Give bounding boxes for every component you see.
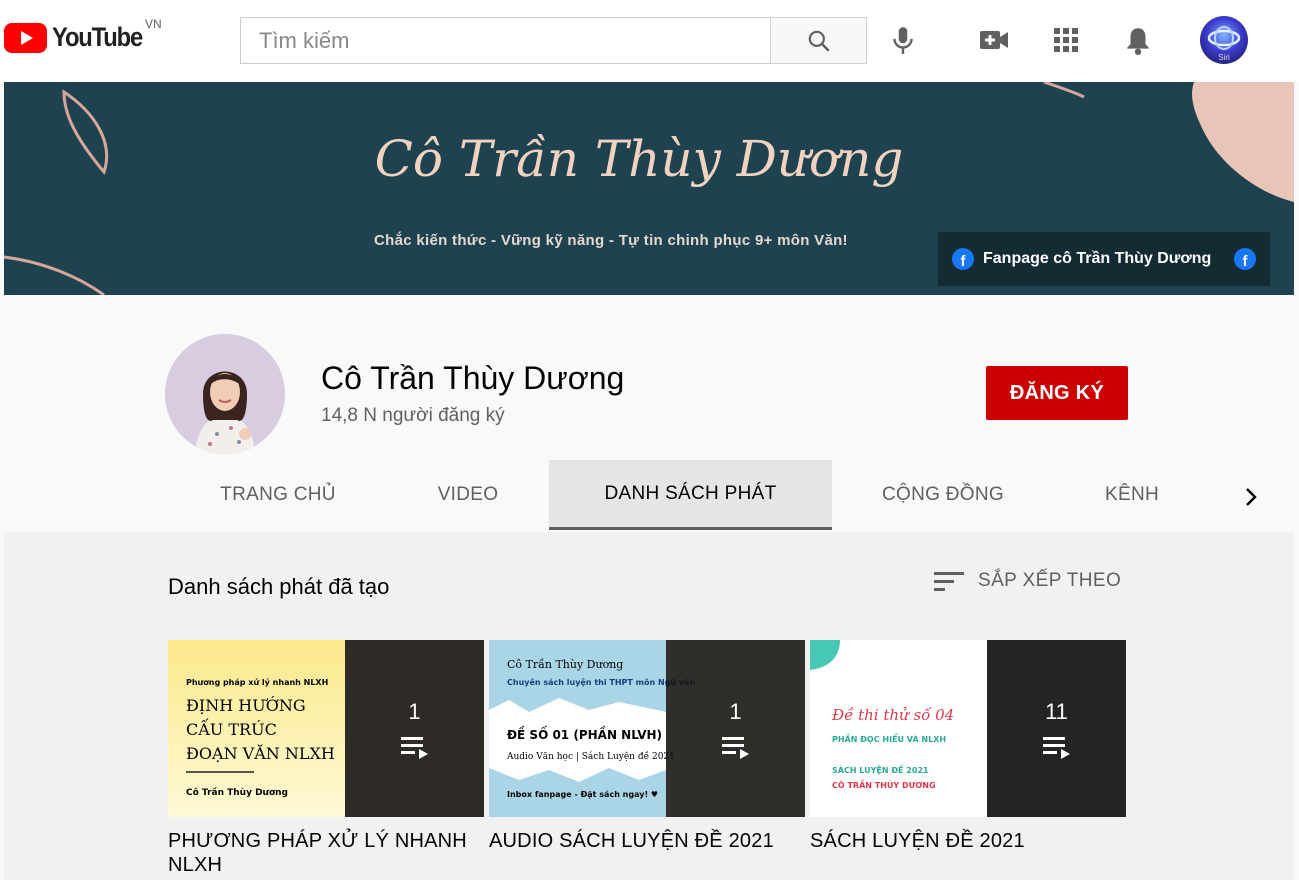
tab-channels[interactable]: KÊNH [1054,460,1210,530]
country-code: VN [145,17,162,31]
channel-avatar[interactable] [165,334,285,454]
banner-title: Cô Trần Thùy Dương [374,130,904,188]
search-button[interactable] [770,17,867,64]
playlist-title[interactable]: AUDIO SÁCH LUYỆN ĐỀ 2021 [489,829,805,853]
thumb-caption: Cô Trần Thùy Dương [186,788,288,798]
microphone-icon [893,27,913,54]
thumb-caption: SÁCH LUYỆN ĐỀ 2021 [832,766,929,775]
playlist-count-overlay: 1 [666,640,805,817]
masthead: YouTube VN Tìm kiếm Siri [0,0,1299,82]
sort-button[interactable]: SẮP XẾP THEO [934,570,1121,592]
playlist-card[interactable]: Cô Trần Thùy Dương Chuyên sách luyện thi… [489,640,805,853]
thumb-caption: PHẦN ĐỌC HIỂU VÀ NLXH [832,735,947,744]
facebook-icon: f [1234,248,1256,270]
thumb-caption: ĐỀ SỐ 01 (PHẦN NLVH) [507,728,663,742]
profile-photo [165,334,285,454]
youtube-logo[interactable]: YouTube [4,22,154,53]
banner-tagline: Chắc kiến thức - Vững kỹ năng - Tự tin c… [374,232,848,249]
notifications-button[interactable] [1120,22,1156,58]
sort-label: SẮP XẾP THEO [978,570,1122,591]
thumb-caption: Đề thi thử số 04 [832,706,955,724]
playlist-icon [1042,736,1070,759]
tab-videos[interactable]: VIDEO [387,460,549,530]
playlist-icon [721,736,749,759]
thumb-caption: CÔ TRẦN THÙY DƯƠNG [832,781,936,790]
video-count: 1 [408,698,421,724]
playlist-thumbnail[interactable]: Đề thi thử số 04 PHẦN ĐỌC HIỂU VÀ NLXH S… [810,640,1126,817]
youtube-play-icon [4,22,47,53]
avatar-label: Siri [1218,53,1230,62]
thumb-caption: Phương pháp xử lý nhanh NLXH [186,678,329,687]
tab-playlists[interactable]: DANH SÁCH PHÁT [549,460,832,530]
playlist-title[interactable]: SÁCH LUYỆN ĐỀ 2021 [810,829,1126,853]
playlist-card[interactable]: Phương pháp xử lý nhanh NLXH ĐỊNH HƯỚNG … [168,640,484,877]
thumb-caption: CẤU TRÚC [186,720,277,739]
tab-community[interactable]: CỘNG ĐỒNG [832,460,1054,530]
thumb-caption: Inbox fanpage - Đặt sách ngay! ♥ [507,790,659,799]
playlist-title[interactable]: PHƯƠNG PHÁP XỬ LÝ NHANH NLXH [168,829,484,877]
video-camera-plus-icon [980,31,1008,49]
bell-icon [1127,28,1149,55]
account-avatar[interactable]: Siri [1200,16,1248,64]
playlist-card[interactable]: Đề thi thử số 04 PHẦN ĐỌC HIỂU VÀ NLXH S… [810,640,1126,853]
playlist-icon [400,736,428,759]
thumb-caption: ĐỊNH HƯỚNG [186,696,306,715]
tab-home[interactable]: TRANG CHỦ [169,460,387,530]
video-count: 11 [1045,698,1068,724]
video-count: 1 [729,698,742,724]
search-icon [808,30,830,52]
chevron-right-icon [1246,488,1257,506]
thumb-caption: Audio Văn học | Sách Luyện đề 2021 [507,752,675,762]
voice-search-button[interactable] [885,22,921,58]
tabs-scroll-right-button[interactable] [1236,482,1266,512]
search-input[interactable]: Tìm kiếm [240,17,770,64]
channel-header: Cô Trần Thùy Dương 14,8 N người đăng ký … [4,310,1294,532]
playlist-thumbnail[interactable]: Phương pháp xử lý nhanh NLXH ĐỊNH HƯỚNG … [168,640,484,817]
search-bar: Tìm kiếm [240,17,867,64]
channel-banner: Cô Trần Thùy Dương Chắc kiến thức - Vững… [4,82,1294,295]
playlist-count-overlay: 1 [345,640,484,817]
channel-tabs: TRANG CHỦ VIDEO DANH SÁCH PHÁT CỘNG ĐỒNG… [169,460,1210,530]
facebook-icon: f [952,248,974,270]
playlists-section: Danh sách phát đã tạo SẮP XẾP THEO Phươn… [4,532,1294,880]
subscriber-count: 14,8 N người đăng ký [321,405,505,426]
sort-icon [934,572,964,591]
channel-name: Cô Trần Thùy Dương [321,360,625,396]
apps-grid-icon [1054,28,1078,52]
playlist-count-overlay: 11 [987,640,1126,817]
logo-text: YouTube [52,22,143,52]
thumb-caption: ĐOẠN VĂN NLXH [186,744,335,763]
section-title: Danh sách phát đã tạo [168,574,390,599]
playlist-thumbnail[interactable]: Cô Trần Thùy Dương Chuyên sách luyện thi… [489,640,805,817]
fanpage-label: Fanpage cô Trần Thùy Dương [983,250,1212,267]
fanpage-link[interactable]: f Fanpage cô Trần Thùy Dương f [938,232,1270,286]
create-video-button[interactable] [976,22,1012,58]
thumb-caption: Cô Trần Thùy Dương [507,658,624,671]
subscribe-button[interactable]: ĐĂNG KÝ [986,366,1128,420]
apps-button[interactable] [1048,22,1084,58]
